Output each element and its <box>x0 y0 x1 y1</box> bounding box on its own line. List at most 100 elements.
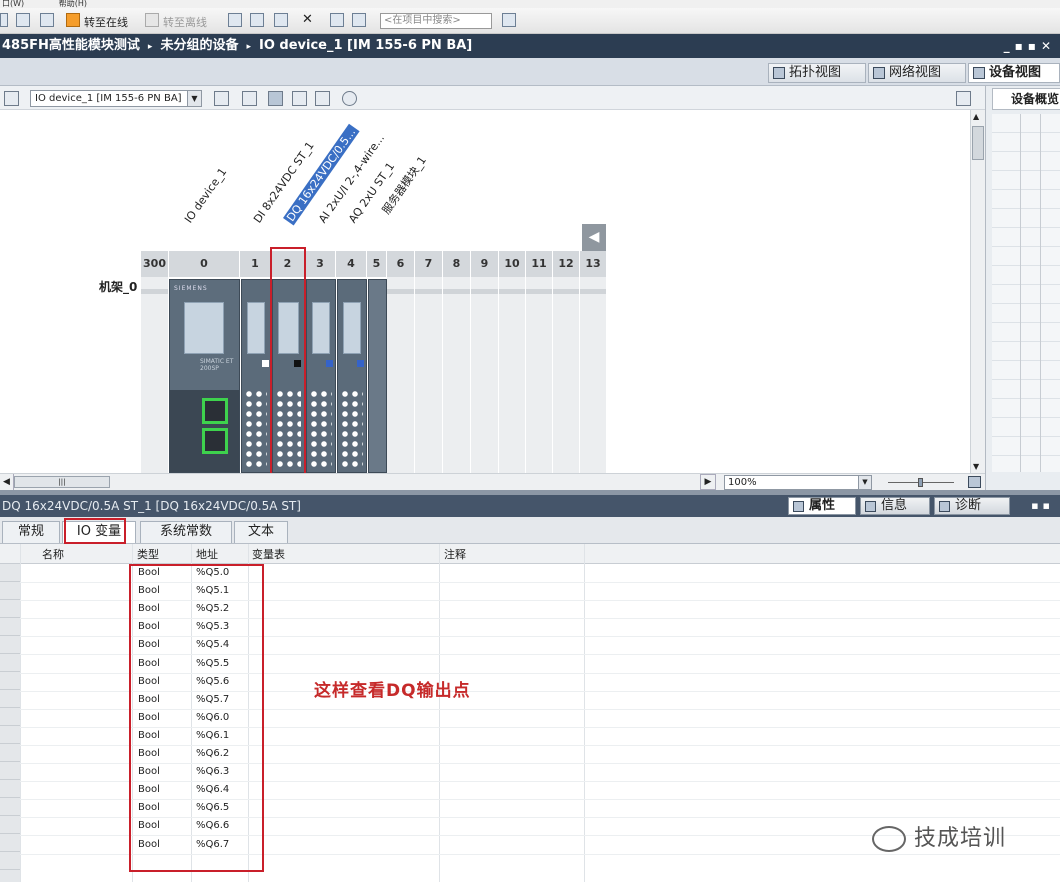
module-server[interactable] <box>368 279 387 473</box>
device-overview-table[interactable] <box>992 114 1060 472</box>
start-cpu-icon[interactable] <box>250 13 264 27</box>
slot-header: 0 <box>169 251 240 277</box>
tab-label: 网络视图 <box>889 65 942 80</box>
breadcrumb-separator: ▸ <box>147 42 153 52</box>
panel-controls[interactable]: ▪▪ <box>1031 495 1054 517</box>
module-window <box>184 302 224 354</box>
slot-header: 5 <box>367 251 387 277</box>
go-offline-button[interactable]: 转至离线 <box>163 14 207 30</box>
ethernet-port-icon <box>202 398 228 424</box>
device-tree-icon[interactable] <box>4 91 19 106</box>
color-code-icon <box>262 360 269 367</box>
empty-slot[interactable] <box>471 277 499 473</box>
scroll-down-icon[interactable]: ▼ <box>973 462 979 471</box>
scroll-thumb[interactable] <box>972 126 984 160</box>
menu-help[interactable]: 帮助(H) <box>59 0 87 8</box>
empty-slot[interactable] <box>526 277 553 473</box>
column-type[interactable]: 类型 <box>137 546 159 562</box>
highlight-box-slot-2 <box>270 247 306 473</box>
go-online-icon[interactable] <box>66 13 80 27</box>
subtab-system-constants[interactable]: 系统常数 <box>140 521 232 543</box>
collapse-panel-icon[interactable]: ◀ <box>582 224 606 251</box>
page-break-icon[interactable] <box>268 91 283 106</box>
column-tag-table[interactable]: 变量表 <box>252 546 285 562</box>
fit-view-icon[interactable] <box>968 476 981 488</box>
device-icon <box>973 67 985 79</box>
empty-slot[interactable] <box>443 277 471 473</box>
chevron-down-icon[interactable]: ▼ <box>187 91 201 106</box>
tab-topology-view[interactable]: 拓扑视图 <box>768 63 866 83</box>
tab-info[interactable]: 信息 <box>860 497 930 515</box>
device-canvas[interactable]: IO device_1 DI 8x24VDC ST_1 DQ 16x24VDC/… <box>0 110 970 473</box>
window-controls[interactable]: _▪▪✕ <box>1004 34 1056 58</box>
empty-slot[interactable] <box>499 277 526 473</box>
diagnostics-icon <box>939 501 950 512</box>
scroll-right-icon[interactable]: ▶ <box>700 474 716 490</box>
show-module-labels-icon[interactable] <box>214 91 229 106</box>
module-ai[interactable] <box>306 279 336 473</box>
overview-icon[interactable] <box>956 91 971 106</box>
subtab-general[interactable]: 常规 <box>2 521 60 543</box>
zoom-icon[interactable] <box>342 91 357 106</box>
print-icon[interactable] <box>40 13 54 27</box>
show-addresses-icon[interactable] <box>242 91 257 106</box>
slot-header: 3 <box>305 251 336 277</box>
go-online-button[interactable]: 转至在线 <box>84 14 128 30</box>
module-aq[interactable] <box>337 279 367 473</box>
connector-panel <box>170 390 239 472</box>
accessible-devices-icon[interactable] <box>228 13 242 27</box>
empty-slot[interactable] <box>580 277 607 473</box>
empty-slot[interactable] <box>415 277 443 473</box>
search-go-icon[interactable] <box>502 13 516 27</box>
tab-diagnostics[interactable]: 诊断 <box>934 497 1010 515</box>
breadcrumb-project[interactable]: 485FH高性能模块测试 <box>2 38 140 53</box>
zoom-select[interactable]: 100% ▼ <box>724 475 872 490</box>
cross-reference-icon[interactable]: ✕ <box>302 13 316 27</box>
horizontal-scroll-thumb[interactable]: ||| <box>14 476 110 488</box>
zoom-slider[interactable] <box>888 478 954 487</box>
column-name[interactable]: 名称 <box>42 546 64 562</box>
project-search-input[interactable]: <在项目中搜索> <box>380 13 492 29</box>
stop-cpu-icon[interactable] <box>274 13 288 27</box>
column-comment[interactable]: 注释 <box>444 546 466 562</box>
color-code-icon <box>357 360 364 367</box>
new-project-icon[interactable] <box>0 13 8 27</box>
watermark: 技成培训 <box>872 820 1006 852</box>
scroll-up-icon[interactable]: ▲ <box>973 112 979 121</box>
module-label-io-device[interactable]: IO device_1 <box>182 166 229 226</box>
tab-network-view[interactable]: 网络视图 <box>868 63 966 83</box>
column-address[interactable]: 地址 <box>196 546 218 562</box>
module-di[interactable] <box>241 279 271 473</box>
split-horizontal-icon[interactable] <box>330 13 344 27</box>
device-overview-panel: 设备概览 <box>985 86 1060 490</box>
interface-module[interactable]: SIEMENS SIMATIC ET 200SP <box>169 279 240 473</box>
device-overview-title[interactable]: 设备概览 <box>992 88 1060 110</box>
slot-header: 300 <box>141 251 169 277</box>
slot-header: 11 <box>526 251 553 277</box>
canvas-status-bar: ◀ ||| ▶ 100% ▼ <box>0 473 985 490</box>
go-offline-icon[interactable] <box>145 13 159 27</box>
scroll-left-icon[interactable]: ◀ <box>0 474 14 490</box>
table-icon[interactable] <box>315 91 330 106</box>
grid-icon[interactable] <box>292 91 307 106</box>
slot-300[interactable] <box>141 277 169 473</box>
canvas-vertical-scrollbar[interactable]: ▲ ▼ <box>970 110 985 473</box>
empty-slot[interactable] <box>553 277 580 473</box>
empty-slot[interactable] <box>387 277 415 473</box>
zoom-slider-knob[interactable] <box>918 478 923 487</box>
save-icon[interactable] <box>16 13 30 27</box>
device-select-value: IO device_1 [IM 155-6 PN BA] <box>35 93 182 104</box>
breadcrumb-device[interactable]: IO device_1 [IM 155-6 PN BA] <box>259 38 472 53</box>
subtab-texts[interactable]: 文本 <box>234 521 288 543</box>
device-select[interactable]: IO device_1 [IM 155-6 PN BA] ▼ <box>30 90 202 107</box>
breadcrumb-group[interactable]: 未分组的设备 <box>160 38 238 53</box>
slot-header: 9 <box>471 251 499 277</box>
tab-properties[interactable]: 属性 <box>788 497 856 515</box>
chevron-down-icon[interactable]: ▼ <box>858 476 871 489</box>
wechat-icon <box>872 826 906 852</box>
row-headers[interactable] <box>0 564 20 882</box>
menu-window[interactable]: 口(W) <box>2 0 24 8</box>
split-vertical-icon[interactable] <box>352 13 366 27</box>
tab-device-view[interactable]: 设备视图 <box>968 63 1060 83</box>
terminal-block <box>310 390 332 470</box>
